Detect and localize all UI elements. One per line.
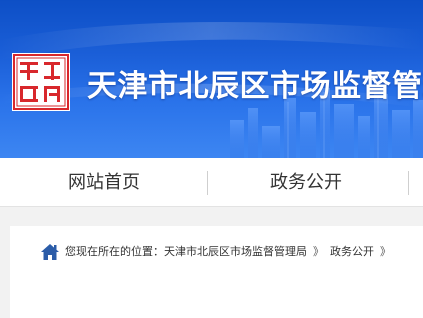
- breadcrumb-link-bureau[interactable]: 天津市北辰区市场监督管理局: [164, 241, 307, 263]
- breadcrumb-separator: 》: [380, 245, 391, 258]
- nav-divider: [207, 171, 208, 195]
- breadcrumb-link-gov-affairs[interactable]: 政务公开: [330, 241, 374, 263]
- nav-item-gov-affairs[interactable]: 政务公开: [270, 158, 342, 207]
- home-icon[interactable]: [40, 242, 60, 262]
- nav-item-home[interactable]: 网站首页: [68, 158, 140, 207]
- site-header: 天津市北辰区市场监督管理局: [0, 0, 423, 158]
- breadcrumb-separator: 》: [313, 245, 324, 258]
- content-area: 您现在所在的位置：天津市北辰区市场监督管理局》政务公开》: [0, 207, 423, 318]
- breadcrumb-panel: 您现在所在的位置：天津市北辰区市场监督管理局》政务公开》: [10, 226, 423, 318]
- site-title: 天津市北辰区市场监督管理局: [87, 69, 423, 104]
- breadcrumb-prefix: 您现在所在的位置：: [65, 245, 164, 258]
- nav-divider: [408, 171, 409, 195]
- site-logo-seal[interactable]: [11, 52, 71, 112]
- main-nav: 网站首页 政务公开: [0, 158, 423, 207]
